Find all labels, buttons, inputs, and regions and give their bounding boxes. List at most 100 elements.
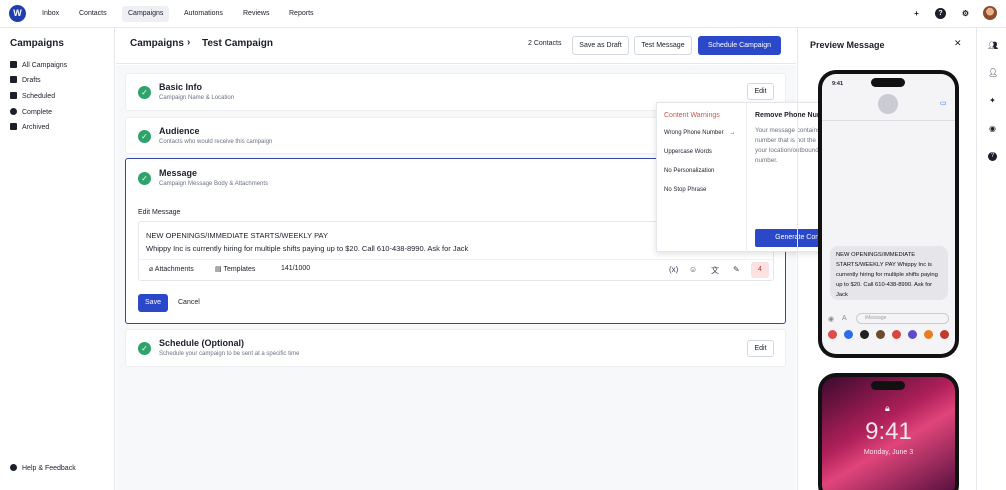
campaigns-sidebar: Campaigns All Campaigns Drafts Scheduled… bbox=[0, 28, 115, 490]
preview-panel: Preview Message ✕ 9:41 ▭ NEW OPENINGS/IM… bbox=[797, 28, 975, 490]
sidebar-item-drafts[interactable]: Drafts bbox=[10, 75, 41, 87]
save-draft-button[interactable]: Save as Draft bbox=[572, 36, 629, 55]
pencil-icon[interactable]: ✎ bbox=[733, 265, 740, 274]
app-icon bbox=[860, 330, 869, 339]
message-bubble: NEW OPENINGS/IMMEDIATE STARTS/WEEKLY PAY… bbox=[830, 246, 948, 300]
section-title: Message bbox=[159, 168, 198, 178]
gear-icon[interactable]: ⚙ bbox=[960, 8, 971, 19]
attachments-label: Attachments bbox=[154, 266, 194, 273]
lock-date: Monday, June 3 bbox=[863, 449, 914, 456]
sidebar-item-label: Scheduled bbox=[22, 93, 56, 100]
phone-screen: 9:41 ▭ NEW OPENINGS/IMMEDIATE STARTS/WEE… bbox=[822, 74, 955, 354]
contacts-count[interactable]: 2 Contacts bbox=[528, 40, 561, 47]
edit-basic-info-button[interactable]: Edit bbox=[747, 83, 774, 100]
warning-item[interactable]: Wrong Phone Number → bbox=[664, 130, 735, 136]
app-icon bbox=[892, 330, 901, 339]
sidebar-item-label: Archived bbox=[22, 124, 50, 131]
sidebar-item-label: Drafts bbox=[22, 77, 41, 84]
app-icon bbox=[876, 330, 885, 339]
status-time: 9:41 bbox=[832, 81, 844, 87]
section-title: Audience bbox=[159, 126, 200, 136]
edit-message-label: Edit Message bbox=[138, 209, 181, 216]
page-title: Test Campaign bbox=[202, 38, 273, 49]
phone-messages-preview: 9:41 ▭ NEW OPENINGS/IMMEDIATE STARTS/WEE… bbox=[818, 70, 959, 358]
check-icon: ✓ bbox=[138, 172, 151, 185]
video-icon: ▭ bbox=[940, 100, 947, 107]
nav-contacts[interactable]: Contacts bbox=[73, 6, 113, 22]
schedule-campaign-button[interactable]: Schedule Campaign bbox=[698, 36, 781, 55]
archive-icon bbox=[10, 123, 17, 130]
top-nav: W Inbox Contacts Campaigns Automations R… bbox=[0, 0, 1006, 28]
app-logo-icon[interactable]: W bbox=[9, 5, 26, 22]
phone-lock-screen: 🔒︎ 9:41 Monday, June 3 bbox=[818, 373, 959, 490]
check-icon: ✓ bbox=[138, 342, 151, 355]
message-line: NEW OPENINGS/IMMEDIATE STARTS/WEEKLY PAY bbox=[146, 231, 328, 240]
right-rail: 👥︎ 👤︎ ✦ ◉ ? bbox=[976, 28, 1006, 490]
plus-icon[interactable]: + bbox=[911, 8, 922, 19]
schedule-section: ✓ Schedule (Optional) Schedule your camp… bbox=[125, 329, 786, 367]
app-icon bbox=[844, 330, 853, 339]
nav-reports[interactable]: Reports bbox=[283, 6, 320, 22]
breadcrumb-campaigns[interactable]: Campaigns bbox=[130, 38, 184, 49]
user-add-icon[interactable]: 👤︎ bbox=[988, 68, 998, 77]
arrow-right-icon: → bbox=[729, 130, 736, 136]
message-line: Whippy Inc is currently hiring for multi… bbox=[146, 244, 469, 253]
sidebar-item-complete[interactable]: Complete bbox=[10, 107, 52, 119]
warning-item[interactable]: No Personalization bbox=[664, 168, 714, 174]
sidebar-item-label: All Campaigns bbox=[22, 62, 68, 69]
paperclip-icon: ⌀ bbox=[149, 266, 154, 273]
megaphone-icon bbox=[10, 61, 17, 68]
warning-count-badge[interactable]: 4 bbox=[751, 262, 769, 278]
app-icon bbox=[908, 330, 917, 339]
eye-icon[interactable]: ◉ bbox=[988, 124, 997, 133]
emoji-icon[interactable]: ☺ bbox=[689, 265, 697, 274]
translate-icon[interactable]: 文 bbox=[711, 265, 719, 276]
warnings-list: Content Warnings Wrong Phone Number → Up… bbox=[657, 103, 747, 253]
nav-inbox[interactable]: Inbox bbox=[36, 6, 65, 22]
help-icon[interactable]: ? bbox=[935, 8, 946, 19]
template-icon: ▤ bbox=[215, 266, 222, 273]
dynamic-island bbox=[871, 78, 905, 87]
preview-title: Preview Message bbox=[810, 40, 885, 50]
section-title: Basic Info bbox=[159, 82, 203, 92]
close-icon[interactable]: ✕ bbox=[954, 38, 962, 49]
variable-icon[interactable]: (x) bbox=[669, 265, 678, 274]
chevron-right-icon: › bbox=[187, 37, 191, 48]
avatar[interactable] bbox=[983, 6, 997, 20]
help-circle-icon bbox=[10, 464, 17, 471]
warning-label: Wrong Phone Number bbox=[664, 130, 724, 136]
save-button[interactable]: Save bbox=[138, 294, 168, 312]
section-subtitle: Contacts who would receive this campaign bbox=[159, 139, 273, 145]
contacts-icon[interactable]: 👥︎ bbox=[988, 41, 998, 50]
campaign-header: Campaigns › Test Campaign 2 Contacts Sav… bbox=[116, 28, 796, 64]
cancel-button[interactable]: Cancel bbox=[178, 299, 200, 306]
imessage-input: iMessage bbox=[856, 313, 949, 324]
test-message-button[interactable]: Test Message bbox=[634, 36, 692, 55]
sidebar-item-archived[interactable]: Archived bbox=[10, 122, 49, 134]
warnings-heading: Content Warnings bbox=[664, 112, 720, 119]
sidebar-item-all-campaigns[interactable]: All Campaigns bbox=[10, 60, 67, 72]
help-icon[interactable]: ? bbox=[988, 152, 997, 161]
sidebar-title: Campaigns bbox=[10, 38, 64, 49]
document-icon bbox=[10, 76, 17, 83]
nav-campaigns[interactable]: Campaigns bbox=[122, 6, 170, 22]
lock-time: 9:41 bbox=[865, 418, 912, 445]
help-feedback-link[interactable]: Help & Feedback bbox=[10, 463, 76, 475]
templates-button[interactable]: ▤ Templates bbox=[215, 265, 255, 273]
apps-icon: A bbox=[842, 315, 847, 322]
nav-reviews[interactable]: Reviews bbox=[237, 6, 275, 22]
app-strip bbox=[828, 330, 949, 340]
templates-label: Templates bbox=[223, 266, 256, 273]
dynamic-island bbox=[871, 381, 905, 390]
attachments-button[interactable]: ⌀ Attachments bbox=[149, 265, 194, 273]
edit-schedule-button[interactable]: Edit bbox=[747, 340, 774, 357]
sidebar-item-scheduled[interactable]: Scheduled bbox=[10, 91, 55, 103]
character-counter: 141/1000 bbox=[281, 265, 311, 272]
check-icon: ✓ bbox=[138, 86, 151, 99]
section-subtitle: Campaign Message Body & Attachments bbox=[159, 181, 269, 187]
warning-item[interactable]: Uppercase Words bbox=[664, 149, 712, 155]
nav-automations[interactable]: Automations bbox=[178, 6, 229, 22]
bulb-icon[interactable]: ✦ bbox=[988, 96, 997, 105]
warning-item[interactable]: No Stop Phrase bbox=[664, 187, 706, 193]
lock-screen: 🔒︎ 9:41 Monday, June 3 bbox=[822, 377, 955, 490]
